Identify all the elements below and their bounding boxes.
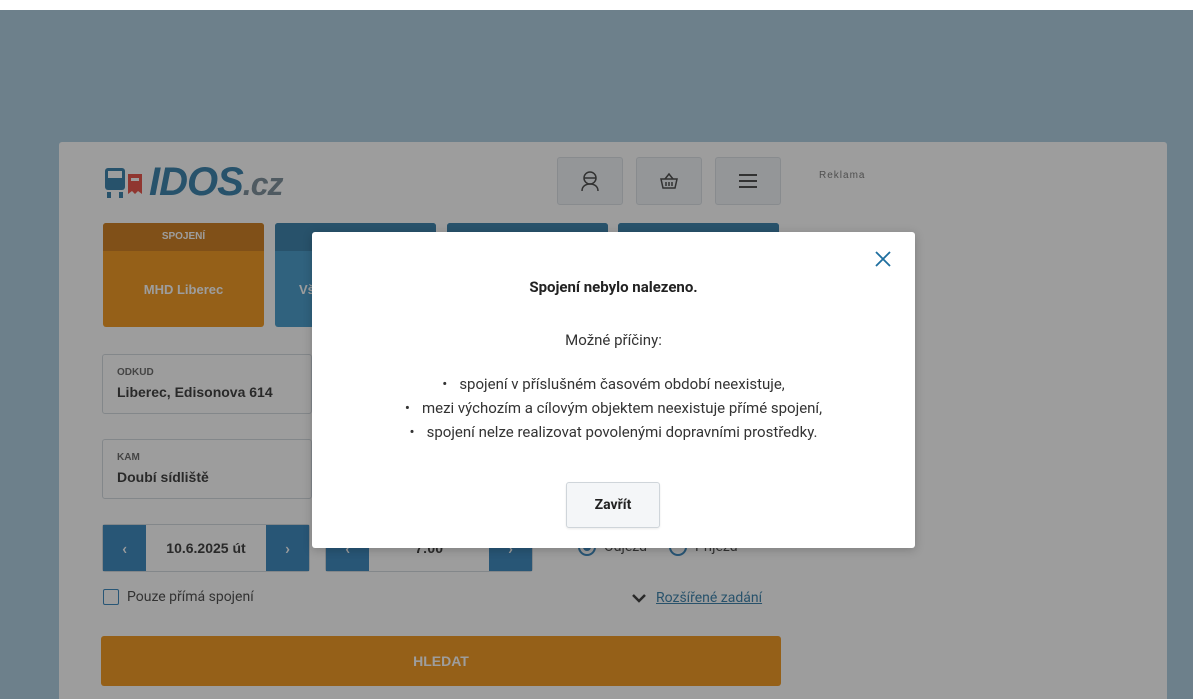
- no-connection-dialog: Spojení nebylo nalezeno. Možné příčiny: …: [312, 232, 915, 548]
- reasons-list: • spojení v příslušném časovém období nee…: [312, 372, 915, 444]
- list-item: • mezi výchozím a cílovým objektem neexis…: [312, 396, 915, 420]
- dialog-title: Spojení nebylo nalezeno.: [529, 278, 698, 296]
- close-dialog-button[interactable]: [873, 249, 893, 269]
- bullet-icon: •: [442, 375, 448, 393]
- bullet-icon: •: [404, 399, 410, 417]
- dialog-subtitle: Možné příčiny:: [565, 331, 662, 349]
- bullet-icon: •: [409, 423, 415, 441]
- close-icon: [875, 251, 891, 267]
- close-button[interactable]: Zavřít: [566, 482, 660, 528]
- top-strip: [0, 0, 1193, 10]
- list-item: • spojení v příslušném časovém období nee…: [312, 372, 915, 396]
- list-item: • spojení nelze realizovat povolenými dop…: [312, 420, 915, 444]
